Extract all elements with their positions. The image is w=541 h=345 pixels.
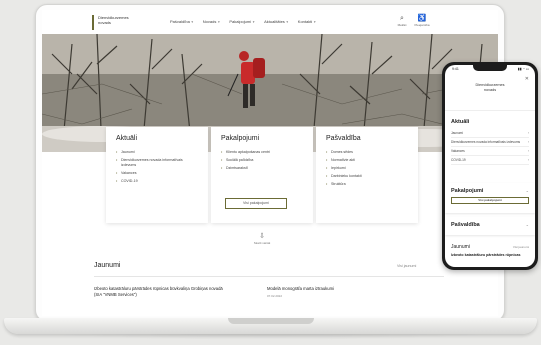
card-pakalpojumi: Pakalpojumi Klientu apkalpošanas centri … <box>211 127 313 223</box>
close-icon[interactable]: ✕ <box>525 76 529 82</box>
site-logo[interactable]: Dienvidkurzemes novads <box>92 15 140 30</box>
news-item-title: Izbeoto katastrāluru pārstrādes rūpnicas… <box>94 286 223 297</box>
search-button[interactable]: ⌕ Meklēt <box>394 14 410 27</box>
phone-section-aktuali: Aktuāli Jaunumi › Dienvidkurzemes novada … <box>451 119 529 165</box>
nav-item-label: Pakalpojumi <box>229 19 252 24</box>
card-link[interactable]: Jaunumi <box>116 150 198 155</box>
nav-item-aktualitates[interactable]: Aktualitātes▼ <box>264 19 289 24</box>
card-link[interactable]: Normatīvie akti <box>326 158 408 163</box>
card-link[interactable]: Darbinieku kontakti <box>326 174 408 179</box>
phone-menu-label: Vakances <box>451 149 465 153</box>
phone-section-title: Aktuāli <box>451 119 470 125</box>
phone-header <box>445 75 535 111</box>
search-icon: ⌕ <box>400 15 404 22</box>
chevron-down-icon: ▼ <box>217 20 221 24</box>
news-item[interactable]: Izbeoto katastrāluru pārstrādes rūpnicas… <box>94 286 224 299</box>
phone-menu-label: Dienvidkurzemes novada informatīvais izd… <box>451 140 521 144</box>
card-pasvaldiba: Pašvaldība Domes sēdes Normatīvie akti I… <box>316 127 418 223</box>
card-link[interactable]: Sociālā palīdzība <box>221 158 303 163</box>
all-news-link[interactable]: Visi jaunumi <box>397 264 416 268</box>
chevron-down-icon: ⌄ <box>525 188 529 193</box>
phone-all-services-button[interactable]: Visi pakalpojumi <box>451 197 529 204</box>
phone-news-title: Jaunumi <box>451 244 470 250</box>
phone-menu-label: COVID-19 <box>451 158 466 162</box>
chevron-right-icon: › <box>527 140 529 144</box>
phone-section-pasvaldiba[interactable]: Pašvaldība ⌄ <box>445 217 535 235</box>
chevron-right-icon: › <box>527 149 529 153</box>
chevron-right-icon: › <box>527 158 529 162</box>
card-link[interactable]: Dzimtsarakstī <box>221 166 303 171</box>
card-list: Klientu apkalpošanas centri Sociālā palī… <box>221 150 303 171</box>
site-header: Dienvidkurzemes novads Pašvaldība▼ Novad… <box>42 10 498 34</box>
phone-news-item[interactable]: Izbeoto katastrāluru pārstrādes rūpnicas <box>451 253 531 258</box>
card-title: Pašvaldība <box>326 135 361 142</box>
laptop-notch <box>228 318 314 324</box>
logo-line2: novads <box>483 87 497 92</box>
nav-item-label: Aktualitātes <box>264 19 285 24</box>
phone-section-title: Pašvaldība <box>451 222 480 228</box>
all-services-button[interactable]: Visi pakalpojumi <box>225 198 287 209</box>
chevron-right-icon: › <box>527 131 529 135</box>
scroll-hint-label: Skatīt vairāk <box>253 241 271 245</box>
card-title: Pakalpojumi <box>221 135 260 142</box>
card-title: Aktuāli <box>116 135 138 142</box>
chevron-down-icon: ▼ <box>252 20 256 24</box>
accessibility-icon: ♿ <box>417 15 427 22</box>
nav-item-pasvaldiba[interactable]: Pašvaldība▼ <box>170 19 194 24</box>
chevron-down-icon: ⌄ <box>525 222 529 227</box>
card-link[interactable]: Domes sēdes <box>326 150 408 155</box>
card-link[interactable]: Struktūra <box>326 182 408 187</box>
card-aktuali: Aktuāli Jaunumi Dienvidkurzemes novada i… <box>106 127 208 223</box>
phone-menu-label: Jaunumi <box>451 131 464 135</box>
phone-menu-item[interactable]: Jaunumi › <box>451 129 529 138</box>
chevron-down-icon: ▼ <box>285 20 289 24</box>
phone-all-news-link[interactable]: Visi jaunumi <box>513 245 529 249</box>
card-link[interactable]: Iepirkumi <box>326 166 408 171</box>
news-item-date: 07.02.2022 <box>267 294 283 298</box>
card-link[interactable]: Klientu apkalpošanas centri <box>221 150 303 155</box>
card-link[interactable]: Vakances <box>116 171 198 176</box>
nav-item-pakalpojumi[interactable]: Pakalpojumi▼ <box>229 19 255 24</box>
phone-screen: 9:41 ▮▮ ◔ ▭ ✕ Dienvidkurzemes novads Akt… <box>445 65 535 267</box>
phone-menu-item[interactable]: Vakances › <box>451 147 529 156</box>
chevron-down-icon: ▼ <box>313 20 317 24</box>
news-item-title: Modelā monogrāfa marta iztraukumi <box>267 286 335 291</box>
phone-notch <box>473 65 507 71</box>
phone-logo[interactable]: Dienvidkurzemes novads <box>472 83 508 92</box>
accessibility-button[interactable]: ♿ Pieejamība <box>414 14 430 27</box>
nav-item-novads[interactable]: Novads▼ <box>203 19 221 24</box>
phone-menu-item[interactable]: Dienvidkurzemes novada informatīvais izd… <box>451 138 529 147</box>
news-divider <box>94 276 444 277</box>
news-section-title: Jaunumi <box>94 262 121 269</box>
accessibility-label: Pieejamība <box>414 23 430 27</box>
search-label: Meklēt <box>397 23 407 27</box>
nav-item-label: Pašvaldība <box>170 19 190 24</box>
logo-line2: novads <box>98 20 111 25</box>
logo-line1: Dienvidkurzemes <box>475 83 505 87</box>
nav-item-label: Kontakti <box>297 19 313 24</box>
chevron-down-icon: ▼ <box>190 20 194 24</box>
phone-menu-item[interactable]: COVID-19 › <box>451 156 529 165</box>
scroll-more-hint[interactable]: ⇩ Skatīt vairāk <box>246 232 278 245</box>
nav-item-kontakti[interactable]: Kontakti▼ <box>298 19 316 24</box>
mouse-scroll-icon: ⇩ <box>259 233 265 240</box>
card-link[interactable]: COVID-19 <box>116 179 198 184</box>
phone-section-title: Pakalpojumi <box>451 188 484 194</box>
card-link[interactable]: Dienvidkurzemes novada informatīvais izd… <box>116 158 198 168</box>
phone-status-icons: ▮▮ ◔ ▭ <box>517 67 529 71</box>
phone-time: 9:41 <box>452 67 459 71</box>
news-item[interactable]: Modelā monogrāfa marta iztraukumi 07.02.… <box>267 286 367 299</box>
card-list: Jaunumi Dienvidkurzemes novada informatī… <box>116 150 198 184</box>
card-list: Domes sēdes Normatīvie akti Iepirkumi Da… <box>326 150 408 187</box>
phone-section-pakalpojumi[interactable]: Pakalpojumi ⌄ Visi pakalpojumi <box>445 183 535 213</box>
laptop-screen: Dienvidkurzemes novads Pašvaldība▼ Novad… <box>42 10 498 316</box>
main-nav: Pašvaldība▼ Novads▼ Pakalpojumi▼ Aktuali… <box>170 19 316 24</box>
nav-item-label: Novads <box>202 19 217 24</box>
